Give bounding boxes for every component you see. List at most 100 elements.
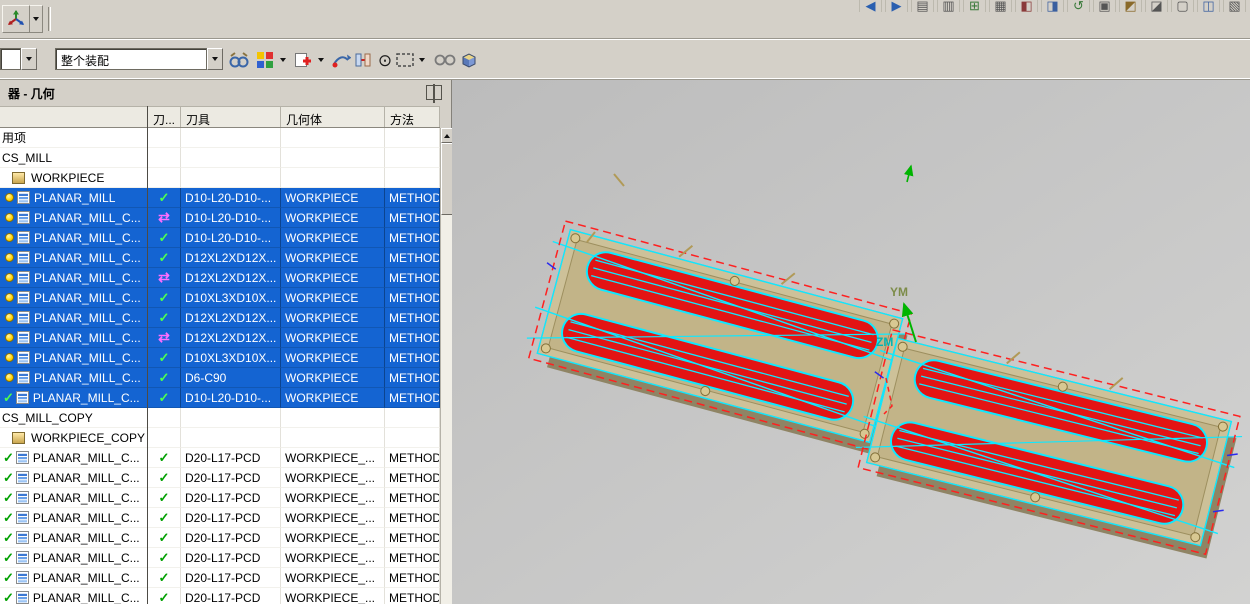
find-component-icon[interactable]: [226, 47, 252, 73]
name-cell[interactable]: PLANAR_MILL_C...: [0, 368, 148, 388]
name-cell[interactable]: ✓ PLANAR_MILL_C...: [0, 488, 148, 508]
toolpath-status-cell: [148, 428, 181, 448]
method-cell: METHOD: [385, 368, 440, 388]
name-cell[interactable]: CS_MILL_COPY: [0, 408, 148, 428]
navigator-row[interactable]: ✓ PLANAR_MILL_C... ✓ D20-L17-PCD WORKPIECE_.…: [0, 528, 440, 548]
small-toolbar-icon[interactable]: ◨: [1041, 0, 1064, 12]
method-cell: METHOD: [385, 548, 440, 568]
small-toolbar-icon[interactable]: ▶: [885, 0, 908, 12]
name-cell[interactable]: ✓ PLANAR_MILL_C...: [0, 548, 148, 568]
small-toolbar-icon[interactable]: ▥: [937, 0, 960, 12]
navigator-row[interactable]: ✓ PLANAR_MILL_C... ✓ D20-L17-PCD WORKPIECE_.…: [0, 488, 440, 508]
item-name: PLANAR_MILL_C...: [34, 210, 141, 225]
open-by-proximity-dropdown-icon[interactable]: [277, 47, 289, 73]
small-toolbar-icon[interactable]: ◀: [859, 0, 882, 12]
small-toolbar-icon[interactable]: ◪: [1145, 0, 1168, 12]
small-toolbar-icon[interactable]: ▦: [989, 0, 1012, 12]
column-header[interactable]: 方法: [385, 107, 440, 127]
navigator-row[interactable]: ✓ PLANAR_MILL_C... ✓ D20-L17-PCD WORKPIECE_.…: [0, 548, 440, 568]
name-cell[interactable]: WORKPIECE: [0, 168, 148, 188]
navigator-row[interactable]: PLANAR_MILL_C... ✓ D6-C90 WORKPIECE METHOD: [0, 368, 440, 388]
filter-combo-dropdown-icon[interactable]: [21, 48, 37, 70]
geometry-cell: WORKPIECE: [281, 208, 385, 228]
navigator-row[interactable]: PLANAR_MILL_C... ⇄ D12XL2XD12X... WORKPIECE…: [0, 268, 440, 288]
name-cell[interactable]: 用项: [0, 128, 148, 148]
navigator-row[interactable]: ✓ PLANAR_MILL_C... ✓ D20-L17-PCD WORKPIECE_.…: [0, 508, 440, 528]
column-header[interactable]: 刀...: [148, 107, 181, 127]
small-toolbar-icon[interactable]: ▧: [1223, 0, 1246, 12]
name-cell[interactable]: CS_MILL: [0, 148, 148, 168]
name-cell[interactable]: WORKPIECE_COPY: [0, 428, 148, 448]
navigator-row[interactable]: WORKPIECE_COPY: [0, 428, 440, 448]
small-toolbar-icon[interactable]: ⊞: [963, 0, 986, 12]
assembly-scope-dropdown-icon[interactable]: [207, 48, 223, 70]
name-cell[interactable]: PLANAR_MILL_C...: [0, 248, 148, 268]
filter-combo[interactable]: [0, 48, 37, 70]
navigator-row[interactable]: PLANAR_MILL_C... ✓ D10XL3XD10X... WORKPIECE…: [0, 348, 440, 368]
name-cell[interactable]: ✓ PLANAR_MILL_C...: [0, 508, 148, 528]
navigator-row[interactable]: ✓ PLANAR_MILL_C... ✓ D10-L20-D10-... WORKPIE…: [0, 388, 440, 408]
name-cell[interactable]: ✓ PLANAR_MILL_C...: [0, 468, 148, 488]
view-orientation-dropdown-icon[interactable]: [30, 5, 43, 33]
open-by-proximity-icon[interactable]: [252, 47, 278, 73]
navigator-row[interactable]: PLANAR_MILL_C... ✓ D12XL2XD12X... WORKPIECE…: [0, 308, 440, 328]
navigator-row[interactable]: ✓ PLANAR_MILL_C... ✓ D20-L17-PCD WORKPIECE_.…: [0, 448, 440, 468]
navigator-row[interactable]: ✓ PLANAR_MILL_C... ✓ D20-L17-PCD WORKPIECE_.…: [0, 568, 440, 588]
panel-float-button[interactable]: [426, 84, 442, 103]
name-cell[interactable]: PLANAR_MILL_C...: [0, 288, 148, 308]
exploded-views-icon[interactable]: [456, 47, 482, 73]
small-toolbar-icon[interactable]: ▣: [1093, 0, 1116, 12]
view-orientation-icon[interactable]: [2, 5, 30, 33]
filter-combo-value[interactable]: [0, 48, 21, 70]
toolpath-status-cell: ✓: [148, 548, 181, 568]
name-cell[interactable]: PLANAR_MILL_C...: [0, 208, 148, 228]
name-cell[interactable]: ✓ PLANAR_MILL_C...: [0, 528, 148, 548]
small-toolbar-icon[interactable]: ◫: [1197, 0, 1220, 12]
navigator-row[interactable]: PLANAR_MILL_C... ✓ D10-L20-D10-... WORKPIEC…: [0, 228, 440, 248]
navigator-row[interactable]: CS_MILL: [0, 148, 440, 168]
navigator-row[interactable]: PLANAR_MILL ✓ D10-L20-D10-... WORKPIECE METH…: [0, 188, 440, 208]
navigator-row[interactable]: 用项: [0, 128, 440, 148]
graphics-viewport[interactable]: YM ZM: [452, 80, 1250, 604]
column-header[interactable]: 刀具: [181, 107, 281, 127]
add-component-icon[interactable]: [290, 47, 316, 73]
small-toolbar-icon[interactable]: ↺: [1067, 0, 1090, 12]
navigator-row[interactable]: CS_MILL_COPY: [0, 408, 440, 428]
name-cell[interactable]: PLANAR_MILL_C...: [0, 268, 148, 288]
method-cell: METHOD: [385, 468, 440, 488]
small-toolbar-icon[interactable]: ◩: [1119, 0, 1142, 12]
item-name: PLANAR_MILL_C...: [32, 470, 140, 485]
name-cell[interactable]: PLANAR_MILL: [0, 188, 148, 208]
show-hide-component-icon[interactable]: [432, 47, 458, 73]
small-toolbar-icon[interactable]: ▤: [911, 0, 934, 12]
navigator-row[interactable]: PLANAR_MILL_C... ⇄ D10-L20-D10-... WORKPIEC…: [0, 208, 440, 228]
column-header[interactable]: [0, 107, 148, 127]
name-cell[interactable]: PLANAR_MILL_C...: [0, 328, 148, 348]
small-toolbar-icon[interactable]: ▢: [1171, 0, 1194, 12]
selection-rectangle-icon[interactable]: [392, 47, 418, 73]
navigator-row[interactable]: WORKPIECE: [0, 168, 440, 188]
name-cell[interactable]: ✓ PLANAR_MILL_C...: [0, 568, 148, 588]
assembly-scope-combo[interactable]: 整个装配: [55, 48, 223, 70]
regenerate-bulb-icon: [5, 333, 14, 342]
column-header[interactable]: 几何体: [281, 107, 385, 127]
name-cell[interactable]: ✓ PLANAR_MILL_C...: [0, 388, 148, 408]
add-component-dropdown-icon[interactable]: [315, 47, 327, 73]
name-cell[interactable]: PLANAR_MILL_C...: [0, 228, 148, 248]
small-toolbar-icon[interactable]: ◧: [1015, 0, 1038, 12]
selection-rectangle-dropdown-icon[interactable]: [416, 47, 428, 73]
navigator-row[interactable]: ✓ PLANAR_MILL_C... ✓ D20-L17-PCD WORKPIECE_.…: [0, 468, 440, 488]
name-cell[interactable]: PLANAR_MILL_C...: [0, 348, 148, 368]
geometry-cell: WORKPIECE: [281, 368, 385, 388]
item-name: PLANAR_MILL_C...: [34, 230, 141, 245]
navigator-row[interactable]: PLANAR_MILL_C... ✓ D10XL3XD10X... WORKPIECE…: [0, 288, 440, 308]
navigator-row[interactable]: ✓ PLANAR_MILL_C... ✓ D20-L17-PCD WORKPIECE_.…: [0, 588, 440, 604]
graphics-canvas[interactable]: YM ZM: [452, 80, 1250, 604]
name-cell[interactable]: PLANAR_MILL_C...: [0, 308, 148, 328]
assembly-scope-value[interactable]: 整个装配: [55, 48, 207, 70]
navigator-scrollbar[interactable]: [440, 128, 453, 604]
navigator-row[interactable]: PLANAR_MILL_C... ⇄ D12XL2XD12X... WORKPIECE…: [0, 328, 440, 348]
navigator-row[interactable]: PLANAR_MILL_C... ✓ D12XL2XD12X... WORKPIECE…: [0, 248, 440, 268]
name-cell[interactable]: ✓ PLANAR_MILL_C...: [0, 588, 148, 604]
name-cell[interactable]: ✓ PLANAR_MILL_C...: [0, 448, 148, 468]
